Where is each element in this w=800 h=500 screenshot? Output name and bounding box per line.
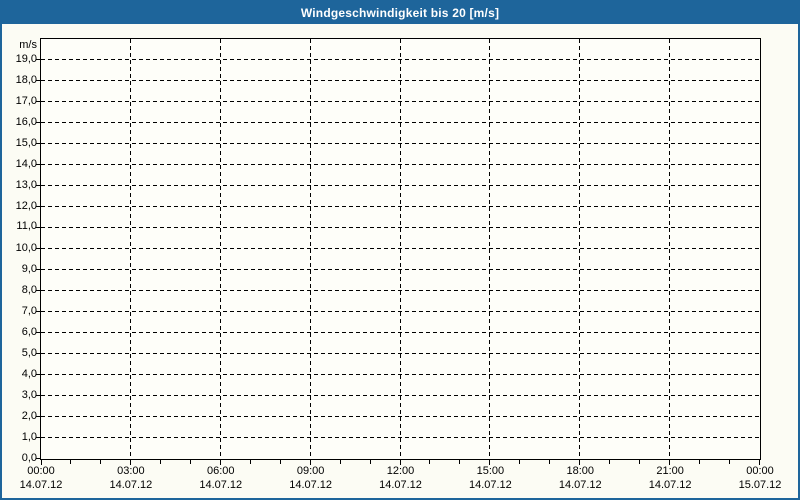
x-axis-tick <box>459 460 460 464</box>
x-axis-time-label: 00:00 <box>746 465 774 477</box>
x-axis-tick <box>340 460 341 464</box>
x-gridline <box>669 39 670 459</box>
x-axis-tick <box>609 460 610 464</box>
y-axis-tick-label: 18,0 <box>15 74 37 86</box>
x-axis-date-label: 15.07.12 <box>738 479 782 491</box>
x-axis-tick <box>729 460 730 464</box>
x-axis-date-label: 14.07.12 <box>648 479 692 491</box>
x-axis-tick <box>250 460 251 464</box>
y-axis-tick-label: 17,0 <box>15 95 37 107</box>
y-axis-tick-label: 0,0 <box>21 452 37 464</box>
x-axis-date-label: 14.07.12 <box>19 479 63 491</box>
x-axis-date-label: 14.07.12 <box>558 479 602 491</box>
y-axis-tick-label: 8,0 <box>21 284 37 296</box>
chart-window: Windgeschwindigkeit bis 20 [m/s] 19,0 18,… <box>0 0 800 500</box>
y-axis-tick-label: 15,0 <box>15 137 37 149</box>
x-axis-time-label: 12:00 <box>386 465 415 477</box>
y-axis-unit-label: m/s <box>19 39 37 51</box>
y-axis-tick-label: 9,0 <box>21 263 37 275</box>
x-axis-tick <box>429 460 430 464</box>
x-axis-time-label: 18:00 <box>566 465 595 477</box>
x-axis-time-label: 09:00 <box>296 465 325 477</box>
y-axis-tick-label: 16,0 <box>15 116 37 128</box>
x-axis-tick <box>190 460 191 464</box>
x-axis-time-label: 21:00 <box>656 465 684 477</box>
x-axis-tick <box>70 460 71 464</box>
x-axis-date-label: 14.07.12 <box>109 479 153 491</box>
x-axis-tick <box>280 460 281 464</box>
y-axis-tick-label: 19,0 <box>15 53 37 65</box>
x-axis-time-label: 15:00 <box>476 465 505 477</box>
x-gridline <box>400 39 401 459</box>
x-axis-date-label: 14.07.12 <box>199 479 243 491</box>
x-axis-tick <box>519 460 520 464</box>
y-axis-tick-label: 12,0 <box>15 200 37 212</box>
x-axis-time-label: 03:00 <box>117 465 145 477</box>
y-axis-tick-label: 3,0 <box>21 389 37 401</box>
x-gridline <box>220 39 221 459</box>
x-axis-date-label: 14.07.12 <box>379 479 422 491</box>
y-axis-tick-label: 4,0 <box>21 368 37 380</box>
x-axis-tick <box>160 460 161 464</box>
y-axis-tick-label: 6,0 <box>21 326 37 338</box>
y-axis-tick-label: 2,0 <box>21 410 37 422</box>
x-gridline <box>489 39 490 459</box>
y-axis-tick-label: 13,0 <box>15 179 37 191</box>
x-axis-date-label: 14.07.12 <box>289 479 333 491</box>
x-axis-tick <box>370 460 371 464</box>
y-axis-tick-label: 14,0 <box>15 158 37 170</box>
x-gridline <box>130 39 131 459</box>
y-axis-tick-label: 10,0 <box>15 242 37 254</box>
plot-area <box>40 38 761 460</box>
chart-title: Windgeschwindigkeit bis 20 [m/s] <box>300 6 500 20</box>
x-axis-tick <box>699 460 700 464</box>
x-axis-date-label: 14.07.12 <box>468 479 512 491</box>
y-axis-tick-label: 5,0 <box>21 347 37 359</box>
x-gridline <box>579 39 580 459</box>
x-gridline <box>310 39 311 459</box>
x-axis-tick <box>639 460 640 464</box>
chart-title-bar: Windgeschwindigkeit bis 20 [m/s] <box>2 2 798 24</box>
y-axis-tick-label: 1,0 <box>21 431 37 443</box>
x-axis-time-label: 06:00 <box>206 465 235 477</box>
y-axis-tick-label: 7,0 <box>21 305 37 317</box>
y-axis-tick-label: 11,0 <box>16 220 37 232</box>
x-axis-tick <box>100 460 101 464</box>
x-axis-time-label: 00:00 <box>27 465 55 477</box>
x-axis-tick <box>549 460 550 464</box>
